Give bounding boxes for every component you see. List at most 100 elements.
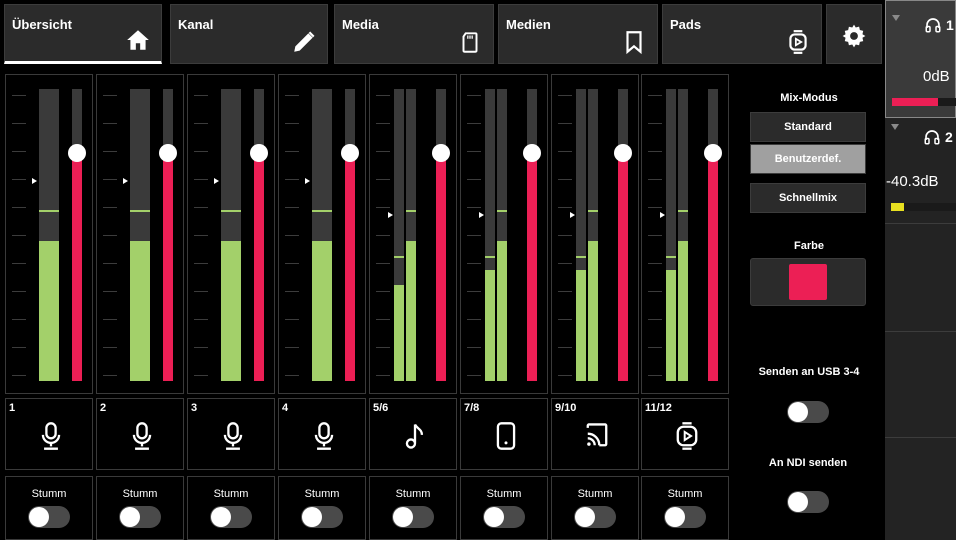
scale-tick [285,263,299,264]
phone-icon [492,421,520,451]
mute-toggle[interactable] [392,506,434,528]
mute-toggle[interactable] [574,506,616,528]
scale-tick [467,263,481,264]
meter-peak-marker [312,209,332,212]
fader-handle[interactable] [513,144,551,163]
level-meter [394,89,404,381]
channel-source-button[interactable]: 7/8 [460,398,548,470]
usb-send-title: Senden an USB 3-4 [758,366,860,378]
ndi-send-toggle[interactable] [787,491,829,513]
scale-tick [467,179,481,180]
channel-source-button[interactable]: 9/10 [551,398,639,470]
home-icon [125,27,151,53]
channel-source-button[interactable]: 11/12 [641,398,729,470]
output-index: 1 [946,17,954,33]
output-item-1[interactable]: 1 0dB [885,0,956,118]
channel-source-button[interactable]: 1 [5,398,93,470]
scale-tick [467,151,481,152]
gain-marker-arrow [570,212,575,218]
scale-tick [558,151,572,152]
volume-fader[interactable] [58,89,96,381]
gain-marker-arrow [388,212,393,218]
mute-toggle[interactable] [28,506,70,528]
channel-source-button[interactable]: 3 [187,398,275,470]
volume-fader[interactable] [694,89,732,381]
meter-fill [39,240,59,381]
channel-source-button[interactable]: 2 [96,398,184,470]
tab-media[interactable]: Media [334,4,494,64]
channel-number: 1 [9,402,16,414]
volume-fader[interactable] [604,89,642,381]
mute-toggle[interactable] [119,506,161,528]
scale-tick [558,291,572,292]
fader-handle[interactable] [694,144,732,163]
output-item-2[interactable]: 2 -40.3dB [885,118,956,224]
meter-fill [221,240,241,381]
mute-toggle[interactable] [664,506,706,528]
output-level: -40.3dB [886,173,939,190]
scale-tick [12,123,26,124]
scale-tick [558,235,572,236]
scale-tick [103,207,117,208]
channel-source-button[interactable]: 4 [278,398,366,470]
scale-tick [194,151,208,152]
mute-toggle[interactable] [301,506,343,528]
meter-peak-marker [497,209,507,212]
meter-peak-marker [406,209,416,212]
level-meter [221,89,241,381]
channel-source-button[interactable]: 5/6 [369,398,457,470]
dropdown-triangle-icon [891,124,899,130]
output-slot-empty [885,438,956,540]
fader-handle[interactable] [149,144,187,163]
tab-label: Media [342,17,379,32]
volume-fader[interactable] [422,89,460,381]
scale-tick [376,235,390,236]
fader-fill [345,153,355,381]
scale-tick [648,319,662,320]
mute-toggle[interactable] [483,506,525,528]
fader-handle[interactable] [422,144,460,163]
color-picker-button[interactable] [750,258,866,306]
tab-medien[interactable]: Medien [498,4,658,64]
tab-channel[interactable]: Kanal [170,4,328,64]
level-meter [497,89,507,381]
scale-tick [376,375,390,376]
fader-handle[interactable] [331,144,369,163]
volume-fader[interactable] [149,89,187,381]
mode-quickmix-button[interactable]: Schnellmix [750,183,866,213]
settings-button[interactable] [826,4,882,64]
volume-fader[interactable] [240,89,278,381]
scale-tick [103,179,117,180]
volume-fader[interactable] [513,89,551,381]
output-index: 2 [945,129,953,145]
scale-tick [103,95,117,96]
fader-fill [254,153,264,381]
microphone-icon [128,421,156,451]
scale-tick [12,95,26,96]
sampler-pad-icon [785,29,811,55]
ndi-send-title: An NDI senden [768,457,848,469]
volume-fader[interactable] [331,89,369,381]
scale-tick [285,207,299,208]
mute-control: Stumm [5,476,93,540]
tab-pads[interactable]: Pads [662,4,822,64]
scale-tick [12,179,26,180]
toggle-knob [120,507,140,527]
fader-fill [72,153,82,381]
meter-fill [666,270,676,381]
level-meter [39,89,59,381]
mute-label: Stumm [486,488,522,500]
fader-handle[interactable] [604,144,642,163]
gain-marker-arrow [660,212,665,218]
fader-handle[interactable] [240,144,278,163]
cast-icon [583,421,611,451]
mute-toggle[interactable] [210,506,252,528]
mode-custom-button[interactable]: Benutzerdef. [750,144,866,174]
mode-standard-button[interactable]: Standard [750,112,866,142]
toggle-knob [665,507,685,527]
fader-handle[interactable] [58,144,96,163]
tab-overview[interactable]: Übersicht [4,4,162,64]
scale-tick [194,95,208,96]
meter-peak-marker [678,209,688,212]
usb-send-toggle[interactable] [787,401,829,423]
